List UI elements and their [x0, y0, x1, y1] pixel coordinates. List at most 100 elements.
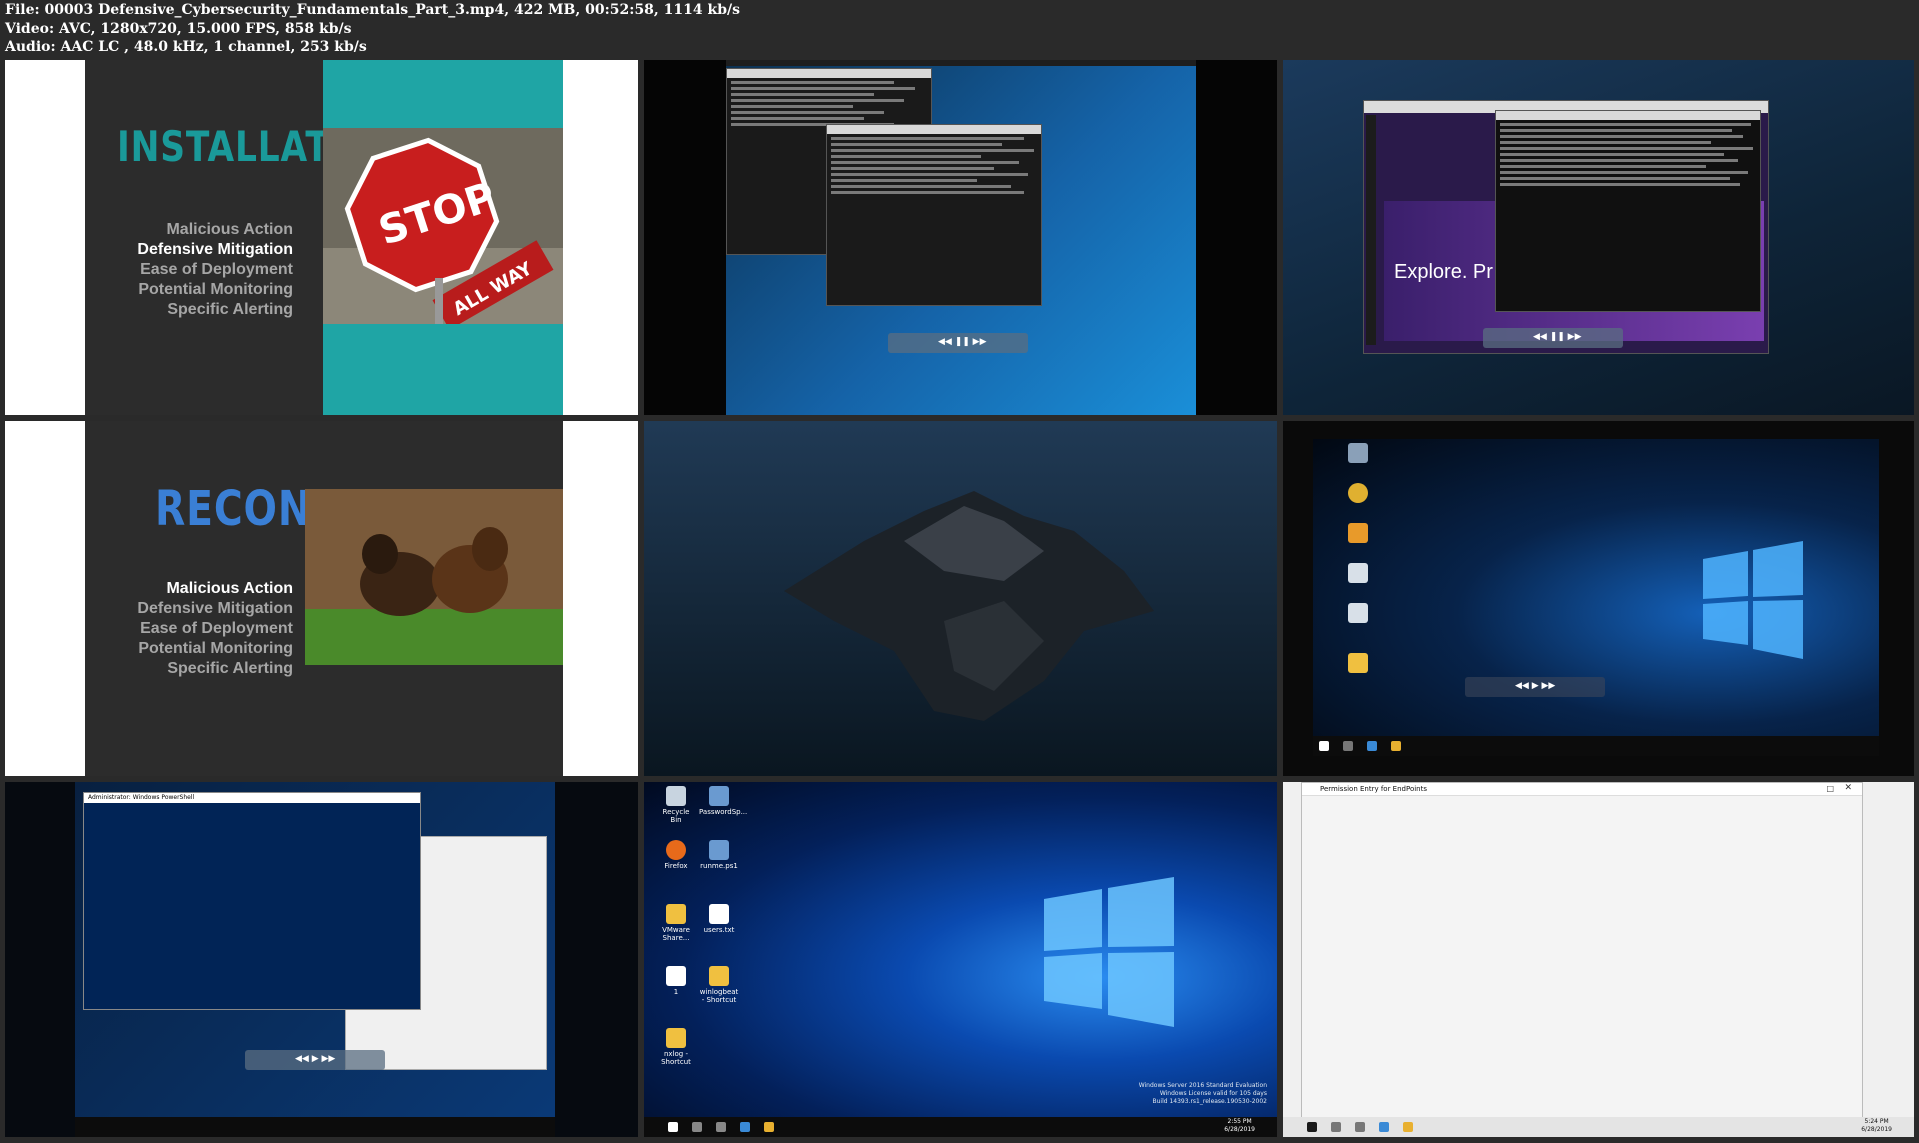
icon-label: Firefox [664, 862, 688, 870]
thumbnail-catalina-wallpaper[interactable] [644, 421, 1277, 776]
terminal-titlebar [727, 69, 931, 78]
terminal-line [831, 173, 1028, 176]
terminal-line [1500, 165, 1706, 168]
terminal-line [1500, 123, 1751, 126]
video-player-controls[interactable]: ◀◀ ❚❚ ▶▶ [888, 333, 1028, 353]
thumbnail-macos-snort-alerts[interactable]: Explore. Pr ◀◀ ❚❚ ▶▶ [1283, 60, 1914, 415]
taskbar-clock[interactable]: 5:24 PM 6/28/2019 [1861, 1118, 1892, 1134]
bloodhound-dogs-image [305, 489, 563, 665]
file-icon[interactable] [1338, 563, 1378, 585]
ie-icon[interactable] [1379, 1122, 1389, 1132]
passwordspray-icon[interactable]: PasswordSp... [699, 786, 747, 816]
catalina-island-image [644, 421, 1277, 776]
explorer-icon[interactable] [764, 1122, 774, 1132]
play-icon[interactable]: ◀◀ ▶ ▶▶ [1515, 681, 1555, 691]
terminal-line [831, 137, 1024, 140]
thumbnail-windows-desktop-dark[interactable]: ◀◀ ▶ ▶▶ [1283, 421, 1914, 776]
close-icon[interactable]: ✕ [1844, 783, 1852, 793]
topic-item: Defensive Mitigation [137, 600, 293, 617]
terminal-line [731, 111, 884, 114]
play-icon[interactable]: ◀◀ ▶ ▶▶ [295, 1054, 335, 1064]
thumbnail-recon-slide[interactable]: RECON Malicious Action Defensive Mitigat… [5, 421, 638, 776]
start-icon[interactable] [1307, 1122, 1317, 1132]
permission-entry-dialog[interactable]: Permission Entry for EndPoints □ ✕ [1301, 782, 1863, 1119]
topic-item: Potential Monitoring [138, 640, 293, 657]
thumbnail-permission-dialog[interactable]: Permission Entry for EndPoints □ ✕ 5:24 … [1283, 782, 1914, 1137]
terminal-titlebar [1496, 111, 1760, 120]
shortcut-icon[interactable] [1338, 523, 1378, 545]
vmware-share-icon[interactable]: VMware Share... [656, 904, 696, 942]
topic-item: Ease of Deployment [140, 620, 293, 637]
terminal-line [1500, 177, 1730, 180]
recycle-bin-icon[interactable]: Recycle Bin [656, 786, 696, 824]
slide-background: INSTALLATION Malicious Action Defensive … [5, 60, 638, 415]
slide-background: RECON Malicious Action Defensive Mitigat… [5, 421, 638, 776]
nxlog-shortcut-icon[interactable]: nxlog - Shortcut [656, 1028, 696, 1066]
task-view-icon[interactable] [716, 1122, 726, 1132]
slide-topic-list: Malicious Action Defensive Mitigation Ea… [137, 579, 293, 679]
terminal-line [831, 167, 994, 170]
topic-item: Malicious Action [166, 221, 293, 238]
taskbar-clock[interactable]: 2:55 PM 6/28/2019 [1224, 1118, 1255, 1134]
terminal-window-snort[interactable] [826, 124, 1042, 306]
winlogbeat-shortcut-icon[interactable]: winlogbeat - Shortcut [699, 966, 739, 1004]
topic-item: Specific Alerting [167, 301, 293, 318]
task-view-icon[interactable] [1355, 1122, 1365, 1132]
video-player-controls[interactable]: ◀◀ ▶ ▶▶ [1465, 677, 1605, 697]
slide-topic-list: Malicious Action Defensive Mitigation Ea… [137, 220, 293, 320]
topic-item-active: Defensive Mitigation [137, 241, 293, 258]
terminal-snort-alerts[interactable] [1495, 110, 1761, 312]
explorer-icon[interactable] [1391, 741, 1401, 751]
firefox-icon[interactable]: Firefox [656, 840, 696, 870]
windows-taskbar [75, 1117, 555, 1137]
folder-icon[interactable] [1338, 653, 1378, 675]
users-file-icon[interactable]: users.txt [699, 904, 739, 934]
file-icon[interactable]: 1 [656, 966, 696, 996]
dock [1366, 115, 1376, 345]
search-icon[interactable] [1331, 1122, 1341, 1132]
icon-label: 1 [673, 988, 679, 996]
chrome-icon[interactable] [1338, 483, 1378, 505]
explorer-icon[interactable] [1403, 1122, 1413, 1132]
clock-time: 5:24 PM [1864, 1118, 1889, 1125]
start-icon[interactable] [1319, 741, 1329, 751]
icon-label: PasswordSp... [699, 808, 748, 816]
video-player-controls[interactable]: ◀◀ ❚❚ ▶▶ [1483, 328, 1623, 348]
powershell-window[interactable]: Administrator: Windows PowerShell [83, 792, 421, 1010]
recycle-bin-icon[interactable] [1338, 443, 1378, 465]
thumbnail-windows-server-desktop[interactable]: Recycle Bin PasswordSp... Firefox runme.… [644, 782, 1277, 1137]
play-icon[interactable]: ◀◀ ❚❚ ▶▶ [938, 337, 987, 347]
maximize-icon[interactable]: □ [1826, 784, 1834, 793]
stop-sign-image: STOP ALL WAY [323, 128, 563, 324]
ie-icon[interactable] [740, 1122, 750, 1132]
gnome-top-bar [726, 60, 1196, 66]
windows-logo [1044, 877, 1174, 1027]
video-player-controls[interactable]: ◀◀ ▶ ▶▶ [245, 1050, 385, 1070]
start-icon[interactable] [668, 1122, 678, 1132]
clock-date: 6/28/2019 [1224, 1126, 1255, 1133]
icon-label: users.txt [703, 926, 735, 934]
thumbnail-grid: INSTALLATION Malicious Action Defensive … [0, 0, 1919, 1143]
browser-heading: Explore. Pr [1394, 261, 1493, 283]
windows-logo [1703, 541, 1803, 659]
thumbnail-installation-slide[interactable]: INSTALLATION Malicious Action Defensive … [5, 60, 638, 415]
clock-date: 6/28/2019 [1861, 1126, 1892, 1133]
terminal-line [731, 105, 854, 108]
icon-label: Recycle Bin [662, 808, 690, 824]
file-icon[interactable] [1338, 603, 1378, 625]
icon-label: winlogbeat - Shortcut [699, 988, 739, 1004]
search-icon[interactable] [692, 1122, 702, 1132]
terminal-titlebar [827, 125, 1041, 134]
dialog-title: Permission Entry for EndPoints [1302, 783, 1862, 796]
terminal-line [1500, 153, 1725, 156]
thumbnail-powershell-bloodhound[interactable]: Administrator: Windows PowerShell ◀◀ ▶ ▶… [5, 782, 638, 1137]
runme-script-icon[interactable]: runme.ps1 [699, 840, 739, 870]
ie-icon[interactable] [1367, 741, 1377, 751]
thumbnail-kali-terminals[interactable]: ◀◀ ❚❚ ▶▶ [644, 60, 1277, 415]
terminal-line [831, 143, 1003, 146]
terminal-line [731, 93, 874, 96]
watermark-line: Build 14393.rs1_release.190530-2002 [1152, 1098, 1268, 1105]
search-icon[interactable] [1343, 741, 1353, 751]
icon-label: VMware Share... [662, 926, 690, 942]
play-icon[interactable]: ◀◀ ❚❚ ▶▶ [1533, 332, 1582, 342]
